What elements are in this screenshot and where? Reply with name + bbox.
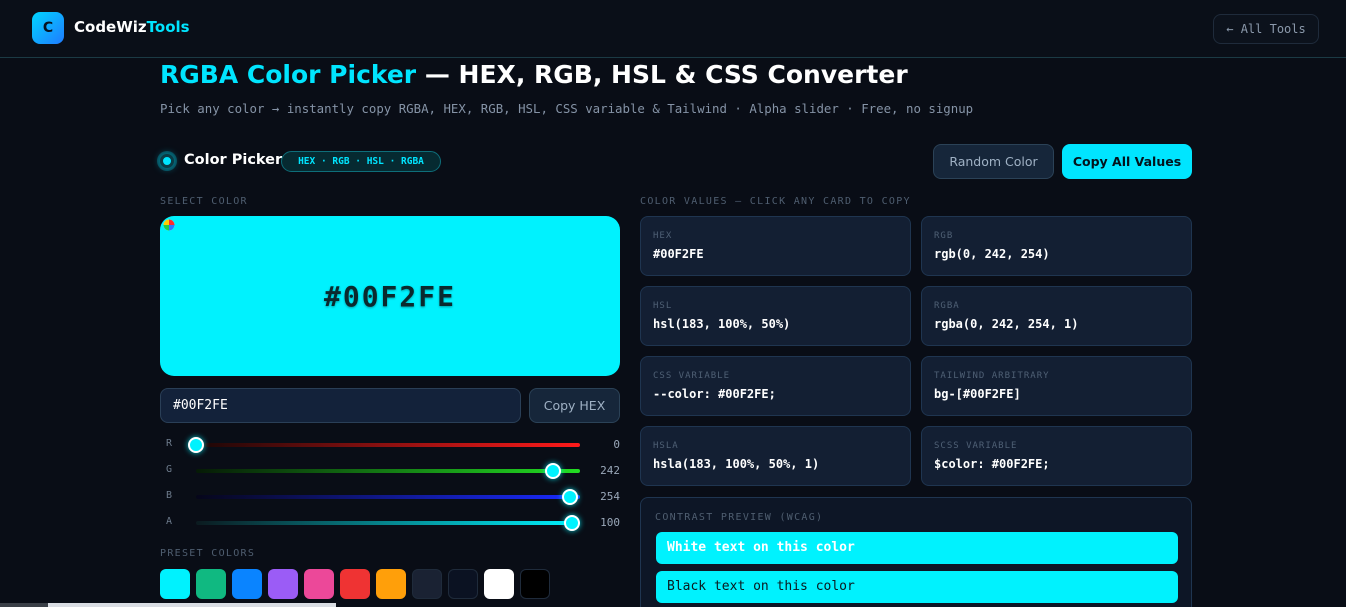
card-label: RGBA [934, 301, 960, 311]
slider-track[interactable] [196, 443, 580, 447]
hex-input[interactable] [160, 388, 521, 423]
preset-swatch[interactable] [412, 569, 442, 599]
slider-a: A 100 [160, 513, 620, 533]
card-label: SCSS VARIABLE [934, 441, 1018, 451]
slider-letter: B [166, 490, 173, 501]
select-color-label: SELECT COLOR [160, 196, 248, 207]
slider-letter: G [166, 464, 173, 475]
preset-colors-label: PRESET COLORS [160, 548, 256, 559]
card-value: rgb(0, 242, 254) [934, 247, 1050, 261]
scrollbar-track[interactable] [0, 603, 48, 607]
slider-value: 100 [600, 516, 620, 529]
logo-letter: C [42, 20, 54, 36]
formats-pill: HEX · RGB · HSL · RGBA [281, 151, 441, 172]
value-card-hsla[interactable]: HSLA hsla(183, 100%, 50%, 1) [640, 426, 911, 486]
tool-name: Color Picker [184, 152, 283, 168]
contrast-white-text: White text on this color [656, 532, 1178, 564]
card-label: TAILWIND ARBITRARY [934, 371, 1050, 381]
scrollbar-thumb[interactable] [48, 603, 336, 607]
preset-swatch[interactable] [448, 569, 478, 599]
preview-hex-text: #00F2FE [323, 279, 456, 313]
page-title-rest: — HEX, RGB, HSL & CSS Converter [416, 60, 908, 89]
slider-thumb[interactable] [188, 437, 204, 453]
card-value: $color: #00F2FE; [934, 457, 1050, 471]
preset-swatch[interactable] [196, 569, 226, 599]
brand-name[interactable]: CodeWizTools [74, 18, 190, 36]
card-label: CSS VARIABLE [653, 371, 731, 381]
value-card-tailwind-arbitrary[interactable]: TAILWIND ARBITRARY bg-[#00F2FE] [921, 356, 1192, 416]
value-card-css-variable[interactable]: CSS VARIABLE --color: #00F2FE; [640, 356, 911, 416]
color-values-label: COLOR VALUES — CLICK ANY CARD TO COPY [640, 196, 911, 207]
slider-track[interactable] [196, 469, 580, 473]
top-bar: C CodeWizTools ← All Tools [0, 0, 1346, 58]
card-value: --color: #00F2FE; [653, 387, 776, 401]
color-preview[interactable]: #00F2FE [160, 216, 620, 376]
copy-all-values-button[interactable]: Copy All Values [1062, 144, 1192, 179]
page-title: RGBA Color Picker — HEX, RGB, HSL & CSS … [160, 60, 908, 89]
slider-thumb[interactable] [564, 515, 580, 531]
page-subtitle: Pick any color → instantly copy RGBA, HE… [160, 101, 974, 116]
preset-swatch[interactable] [340, 569, 370, 599]
slider-letter: R [166, 438, 173, 449]
card-label: HSLA [653, 441, 679, 451]
contrast-label: CONTRAST PREVIEW (WCAG) [655, 512, 824, 523]
slider-value: 254 [600, 490, 620, 503]
preset-swatch[interactable] [376, 569, 406, 599]
slider-r: R0 [160, 435, 620, 455]
contrast-black-text: Black text on this color [656, 571, 1178, 603]
preset-swatch[interactable] [268, 569, 298, 599]
status-dot-icon [160, 154, 174, 168]
value-card-rgb[interactable]: RGB rgb(0, 242, 254) [921, 216, 1192, 276]
preset-swatch[interactable] [484, 569, 514, 599]
all-tools-button[interactable]: ← All Tools [1213, 14, 1319, 44]
card-label: HEX [653, 231, 673, 241]
value-card-hex[interactable]: HEX #00F2FE [640, 216, 911, 276]
slider-thumb[interactable] [562, 489, 579, 505]
slider-thumb[interactable] [544, 463, 561, 479]
card-value: bg-[#00F2FE] [934, 387, 1021, 401]
slider-value: 242 [600, 464, 620, 477]
preset-swatch[interactable] [304, 569, 334, 599]
value-card-rgba[interactable]: RGBA rgba(0, 242, 254, 1) [921, 286, 1192, 346]
value-card-scss-variable[interactable]: SCSS VARIABLE $color: #00F2FE; [921, 426, 1192, 486]
value-card-hsl[interactable]: HSL hsl(183, 100%, 50%) [640, 286, 911, 346]
brand-primary: CodeWiz [74, 18, 147, 36]
slider-track[interactable] [196, 495, 580, 499]
logo-icon[interactable]: C [32, 12, 64, 44]
brand-accent: Tools [146, 18, 190, 36]
card-value: hsla(183, 100%, 50%, 1) [653, 457, 820, 471]
slider-letter: A [166, 516, 173, 527]
preset-swatch[interactable] [160, 569, 190, 599]
contrast-preview: CONTRAST PREVIEW (WCAG) White text on th… [640, 497, 1192, 607]
card-label: RGB [934, 231, 954, 241]
slider-g: G 242 [160, 461, 620, 481]
random-color-button[interactable]: Random Color [933, 144, 1054, 179]
slider-b: B 254 [160, 487, 620, 507]
card-value: hsl(183, 100%, 50%) [653, 317, 791, 331]
preset-swatch[interactable] [520, 569, 550, 599]
slider-value: 0 [613, 438, 620, 451]
page-title-accent: RGBA Color Picker [160, 60, 417, 89]
card-value: rgba(0, 242, 254, 1) [934, 317, 1079, 331]
color-wheel-icon[interactable] [163, 219, 175, 231]
preset-swatch[interactable] [232, 569, 262, 599]
copy-hex-button[interactable]: Copy HEX [529, 388, 620, 423]
card-label: HSL [653, 301, 673, 311]
slider-track[interactable] [196, 521, 580, 525]
card-value: #00F2FE [653, 247, 704, 261]
